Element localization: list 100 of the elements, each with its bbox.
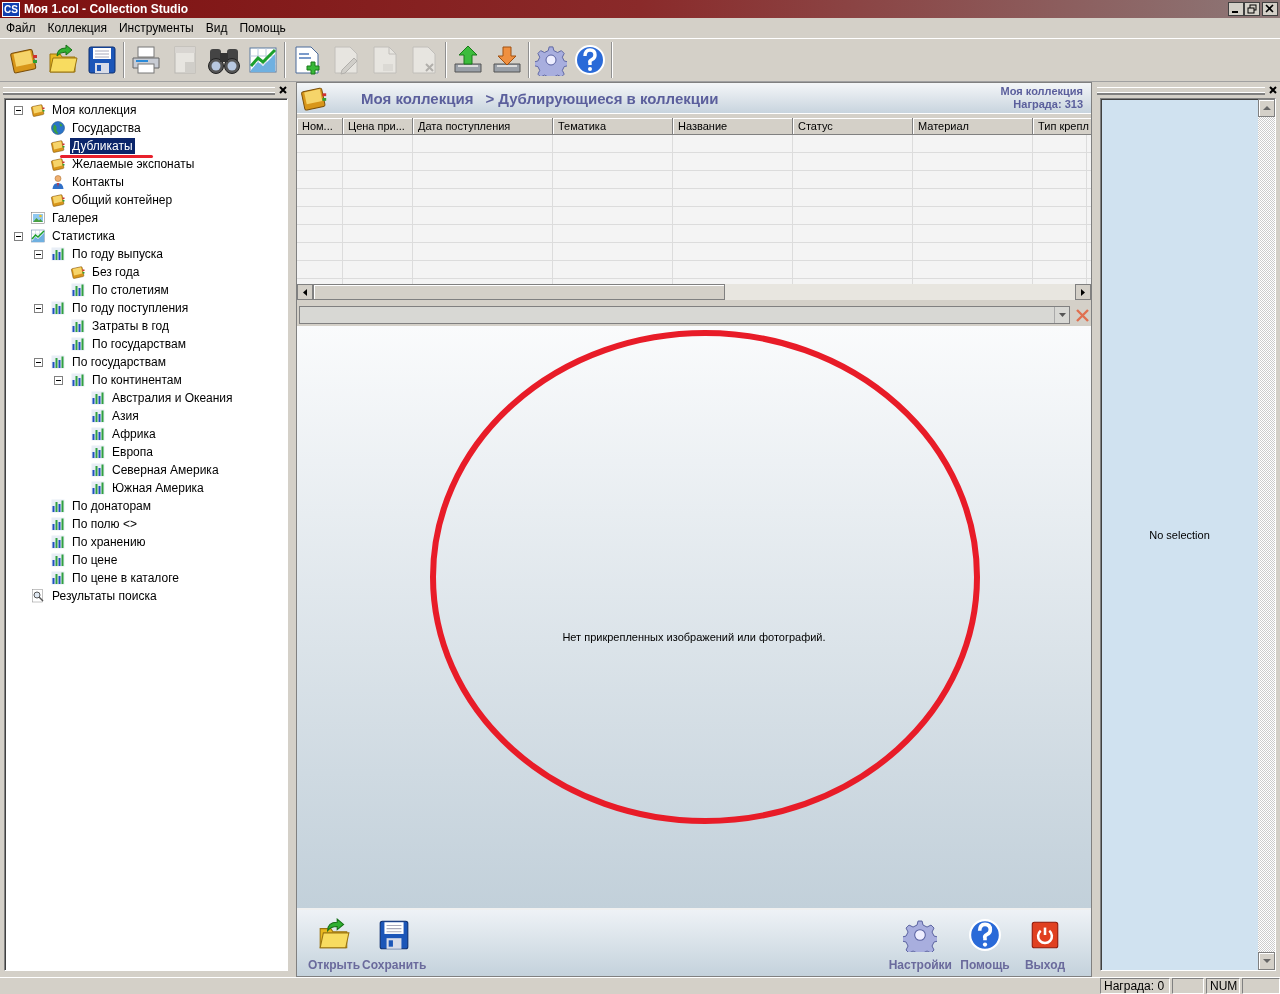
- bar-chart-icon: [90, 444, 106, 460]
- book-icon: [70, 264, 86, 280]
- tree-item[interactable]: Без года: [90, 264, 142, 280]
- book-icon: [50, 138, 66, 154]
- panel-grip[interactable]: [3, 86, 275, 94]
- menu-item[interactable]: Коллекция: [41, 21, 113, 35]
- bar-chart-icon: [90, 426, 106, 442]
- column-header[interactable]: Цена при...: [343, 118, 413, 134]
- tree-item[interactable]: Статистика: [50, 228, 118, 244]
- tree-item[interactable]: Общий контейнер: [70, 192, 175, 208]
- bar-chart-icon: [50, 246, 66, 262]
- down-arrow-icon: [1262, 959, 1271, 963]
- column-header[interactable]: Ном...: [297, 118, 343, 134]
- no-selection-text: No selection: [1149, 528, 1210, 541]
- collapse-toggle-icon[interactable]: [33, 303, 43, 313]
- tree-item[interactable]: По году поступления: [70, 300, 191, 316]
- tree-item[interactable]: Контакты: [70, 174, 126, 190]
- award-count: Награда: 313: [1012, 98, 1083, 111]
- horizontal-scrollbar[interactable]: [297, 284, 1091, 300]
- tree-item[interactable]: По государствам: [70, 354, 169, 370]
- tree-item[interactable]: Моя коллекция: [50, 102, 139, 118]
- tree-item[interactable]: По полю <>: [70, 516, 139, 532]
- person-icon: [50, 174, 66, 190]
- tree-item[interactable]: По году выпуска: [70, 246, 166, 262]
- page-title: > Дублирующиеся в коллекции: [485, 89, 719, 107]
- bar-chart-icon: [70, 372, 86, 388]
- book-icon: [30, 102, 46, 118]
- status-award: Награда: 0: [1100, 978, 1170, 994]
- collapse-toggle-icon[interactable]: [13, 231, 23, 241]
- bar-chart-icon: [50, 354, 66, 370]
- restore-button[interactable]: [1244, 2, 1260, 16]
- close-icon[interactable]: [1269, 86, 1277, 94]
- vertical-scrollbar[interactable]: [1258, 99, 1275, 970]
- collapse-toggle-icon[interactable]: [13, 105, 23, 115]
- save-icon: [85, 44, 118, 76]
- bar-chart-icon: [90, 408, 106, 424]
- num-lock-indicator: NUM: [1206, 978, 1240, 994]
- empty-message: Нет прикрепленных изображений или фотографий.: [562, 631, 826, 643]
- column-header[interactable]: Тематика: [553, 118, 673, 134]
- bar-chart-icon: [50, 552, 66, 568]
- book-icon: [50, 156, 66, 172]
- tree-item[interactable]: Государства: [70, 120, 143, 136]
- tree-item[interactable]: По столетиям: [90, 282, 171, 298]
- bar-chart-icon: [50, 516, 66, 532]
- tree-item[interactable]: Галерея: [50, 210, 101, 226]
- column-header[interactable]: Тип крепл: [1033, 118, 1091, 134]
- download-icon: [490, 44, 523, 76]
- menu-item[interactable]: Вид: [199, 21, 234, 35]
- settings-icon: [903, 918, 938, 952]
- status-panel: [1172, 978, 1204, 994]
- tree-item[interactable]: По цене: [70, 552, 120, 568]
- collapse-toggle-icon[interactable]: [53, 375, 63, 385]
- tree-item[interactable]: По хранению: [70, 534, 148, 550]
- bar-chart-icon: [70, 336, 86, 352]
- tree-item[interactable]: Результаты поиска: [50, 588, 159, 604]
- bar-chart-icon: [50, 534, 66, 550]
- tree-item[interactable]: Африка: [110, 426, 158, 442]
- bar-chart-icon: [50, 300, 66, 316]
- bar-chart-icon: [70, 282, 86, 298]
- caret-icon: [1058, 313, 1066, 317]
- tree-item[interactable]: Европа: [110, 444, 155, 460]
- tree-item[interactable]: Желаемые экспонаты: [70, 156, 197, 172]
- help-icon: [968, 918, 1002, 952]
- collapse-toggle-icon[interactable]: [33, 249, 43, 259]
- column-header[interactable]: Название: [673, 118, 793, 134]
- menu-item[interactable]: Помощь: [233, 21, 292, 35]
- tree-item[interactable]: По донаторам: [70, 498, 153, 514]
- tree-item[interactable]: По континентам: [90, 372, 184, 388]
- globe-icon: [50, 120, 66, 136]
- upload-icon: [451, 44, 484, 76]
- close-icon[interactable]: [279, 86, 287, 94]
- collection-name: Моя коллекция: [1000, 85, 1083, 98]
- tree-item[interactable]: По государствам: [90, 336, 189, 352]
- panel-grip[interactable]: [1097, 86, 1265, 94]
- tree-item[interactable]: Азия: [110, 408, 141, 424]
- image-dropdown[interactable]: [299, 306, 1070, 324]
- tree-item[interactable]: Северная Америка: [110, 462, 221, 478]
- folder-icon: [46, 44, 79, 76]
- help-icon: [573, 44, 606, 76]
- close-button[interactable]: [1262, 2, 1278, 16]
- minimize-button[interactable]: [1228, 2, 1244, 16]
- collapse-toggle-icon[interactable]: [33, 357, 43, 367]
- column-header[interactable]: Статус: [793, 118, 913, 134]
- status-panel: [1242, 978, 1280, 994]
- breadcrumb-link[interactable]: Моя коллекция: [361, 89, 474, 107]
- tree-item[interactable]: Южная Америка: [110, 480, 206, 496]
- picture-icon: [30, 210, 46, 226]
- line-chart-icon: [246, 44, 279, 76]
- menu-item[interactable]: Файл: [0, 21, 42, 35]
- menu-item[interactable]: Инструменты: [112, 21, 200, 35]
- bar-chart-icon: [90, 462, 106, 478]
- column-header[interactable]: Дата поступления: [413, 118, 553, 134]
- app-logo: CS: [2, 1, 20, 17]
- bar-chart-icon: [90, 480, 106, 496]
- tree-item[interactable]: Австралия и Океания: [110, 390, 235, 406]
- tree-item[interactable]: По цене в каталоге: [70, 570, 181, 586]
- bar-chart-icon: [50, 570, 66, 586]
- tree-item[interactable]: Затраты в год: [90, 318, 171, 334]
- search-icon: [30, 588, 46, 604]
- column-header[interactable]: Материал: [913, 118, 1033, 134]
